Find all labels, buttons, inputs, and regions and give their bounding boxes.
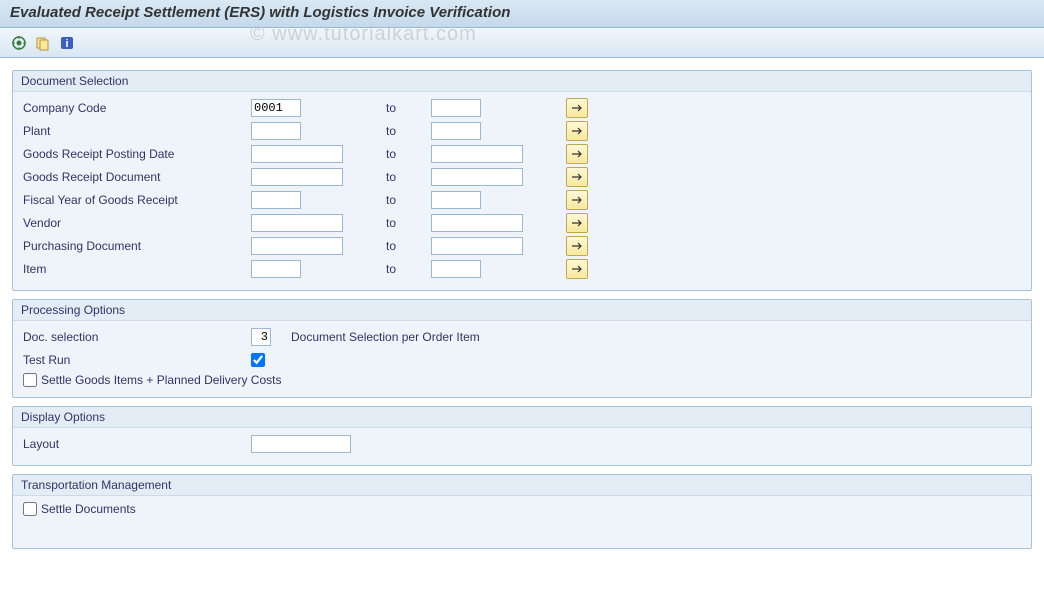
input-item-from[interactable] — [251, 260, 301, 278]
label-vendor: Vendor — [21, 216, 251, 230]
multi-select-button[interactable] — [566, 236, 588, 256]
to-label: to — [386, 239, 431, 253]
multi-select-button[interactable] — [566, 98, 588, 118]
group-transportation-mgmt: Transportation Management Settle Documen… — [12, 474, 1032, 549]
multi-select-button[interactable] — [566, 121, 588, 141]
input-gr-post-date-to[interactable] — [431, 145, 523, 163]
group-document-selection: Document Selection Company Code to Plant… — [12, 70, 1032, 291]
row-purchasing-doc: Purchasing Document to — [21, 234, 1023, 257]
page-title: Evaluated Receipt Settlement (ERS) with … — [0, 0, 1044, 28]
row-fiscal-year: Fiscal Year of Goods Receipt to — [21, 188, 1023, 211]
to-label: to — [386, 124, 431, 138]
row-item: Item to — [21, 257, 1023, 280]
to-label: to — [386, 262, 431, 276]
row-gr-document: Goods Receipt Document to — [21, 165, 1023, 188]
to-label: to — [386, 170, 431, 184]
row-plant: Plant to — [21, 119, 1023, 142]
label-gr-document: Goods Receipt Document — [21, 170, 251, 184]
label-doc-selection: Doc. selection — [21, 330, 251, 344]
group-display-options: Display Options Layout — [12, 406, 1032, 466]
input-plant-from[interactable] — [251, 122, 301, 140]
input-fy-gr-from[interactable] — [251, 191, 301, 209]
execute-icon[interactable] — [10, 34, 28, 52]
row-gr-posting-date: Goods Receipt Posting Date to — [21, 142, 1023, 165]
input-purch-doc-to[interactable] — [431, 237, 523, 255]
multi-select-button[interactable] — [566, 167, 588, 187]
input-vendor-from[interactable] — [251, 214, 343, 232]
input-doc-selection[interactable] — [251, 328, 271, 346]
row-vendor: Vendor to — [21, 211, 1023, 234]
doc-selection-desc: Document Selection per Order Item — [281, 330, 480, 344]
to-label: to — [386, 101, 431, 115]
to-label: to — [386, 147, 431, 161]
toolbar: i © www.tutorialkart.com — [0, 28, 1044, 58]
input-layout[interactable] — [251, 435, 351, 453]
input-gr-post-date-from[interactable] — [251, 145, 343, 163]
multi-select-button[interactable] — [566, 144, 588, 164]
label-purchasing-doc: Purchasing Document — [21, 239, 251, 253]
group-title-trans-mgmt: Transportation Management — [13, 475, 1031, 496]
to-label: to — [386, 193, 431, 207]
multi-select-button[interactable] — [566, 259, 588, 279]
row-company-code: Company Code to — [21, 96, 1023, 119]
checkbox-settle-goods[interactable] — [23, 373, 37, 387]
group-title-display-opt: Display Options — [13, 407, 1031, 428]
input-purch-doc-from[interactable] — [251, 237, 343, 255]
label-item: Item — [21, 262, 251, 276]
group-title-doc-sel: Document Selection — [13, 71, 1031, 92]
input-plant-to[interactable] — [431, 122, 481, 140]
variant-icon[interactable] — [34, 34, 52, 52]
label-settle-documents: Settle Documents — [41, 502, 136, 516]
input-vendor-to[interactable] — [431, 214, 523, 232]
label-gr-posting-date: Goods Receipt Posting Date — [21, 147, 251, 161]
to-label: to — [386, 216, 431, 230]
group-processing-options: Processing Options Doc. selection Docume… — [12, 299, 1032, 398]
input-company-code-from[interactable] — [251, 99, 301, 117]
label-plant: Plant — [21, 124, 251, 138]
input-gr-doc-from[interactable] — [251, 168, 343, 186]
group-title-proc-opt: Processing Options — [13, 300, 1031, 321]
input-company-code-to[interactable] — [431, 99, 481, 117]
label-settle-goods: Settle Goods Items + Planned Delivery Co… — [41, 373, 281, 387]
label-fiscal-year: Fiscal Year of Goods Receipt — [21, 193, 251, 207]
checkbox-settle-documents[interactable] — [23, 502, 37, 516]
row-doc-selection: Doc. selection Document Selection per Or… — [21, 325, 1023, 348]
multi-select-button[interactable] — [566, 213, 588, 233]
row-settle-goods: Settle Goods Items + Planned Delivery Co… — [21, 371, 1023, 387]
label-company-code: Company Code — [21, 101, 251, 115]
info-icon[interactable]: i — [58, 34, 76, 52]
row-test-run: Test Run — [21, 348, 1023, 371]
row-layout: Layout — [21, 432, 1023, 455]
svg-text:i: i — [65, 38, 68, 50]
input-item-to[interactable] — [431, 260, 481, 278]
input-gr-doc-to[interactable] — [431, 168, 523, 186]
input-fy-gr-to[interactable] — [431, 191, 481, 209]
multi-select-button[interactable] — [566, 190, 588, 210]
row-settle-documents: Settle Documents — [21, 500, 1023, 516]
label-layout: Layout — [21, 437, 251, 451]
label-test-run: Test Run — [21, 353, 251, 367]
checkbox-test-run[interactable] — [251, 353, 265, 367]
